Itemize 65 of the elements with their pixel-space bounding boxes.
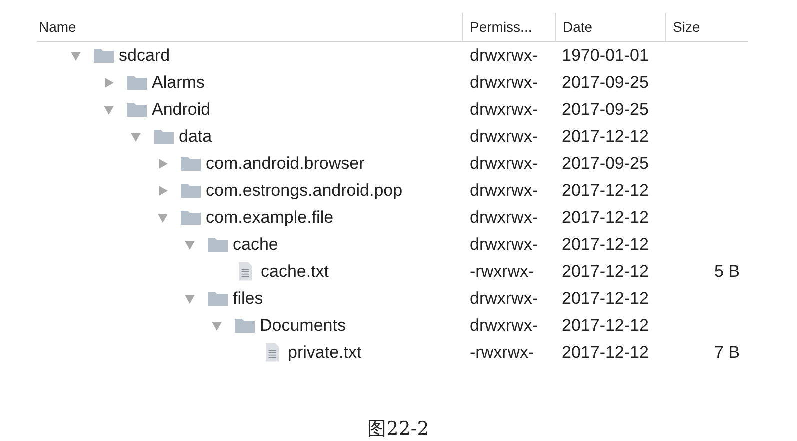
folder-icon — [127, 75, 147, 90]
permissions-text: -rwxrwx- — [470, 262, 534, 280]
file-name[interactable]: com.android.browser — [206, 154, 365, 174]
collapse-arrow-icon[interactable] — [184, 238, 196, 250]
permissions-text: drwxrwx- — [470, 234, 538, 254]
file-name[interactable]: sdcard — [119, 46, 170, 66]
folder-icon — [181, 183, 201, 198]
permissions-text: -rwxrwx- — [470, 342, 534, 362]
permissions-text: drwxrwx- — [470, 154, 538, 172]
collapse-arrow-icon[interactable] — [130, 130, 142, 142]
folder-icon — [127, 102, 147, 117]
file-name[interactable]: Android — [152, 100, 211, 120]
collapse-arrow-icon[interactable] — [157, 212, 169, 224]
expand-arrow-icon[interactable] — [103, 76, 115, 88]
permissions-text: drwxrwx- — [470, 208, 538, 226]
folder-icon — [181, 156, 201, 171]
size-text: 5 B — [714, 262, 740, 280]
file-name[interactable]: data — [179, 126, 212, 146]
date-text: 2017-12-12 — [562, 316, 649, 334]
date-text: 2017-12-12 — [562, 288, 649, 308]
date-text: 2017-12-12 — [562, 126, 649, 146]
folder-icon — [208, 291, 228, 306]
collapse-arrow-icon[interactable] — [103, 104, 115, 116]
date-text: 2017-12-12 — [562, 180, 649, 200]
date-text: 2017-09-25 — [562, 100, 649, 118]
date-text: 2017-12-12 — [562, 208, 649, 226]
folder-icon — [94, 48, 114, 63]
folder-icon — [208, 237, 228, 252]
file-name[interactable]: Alarms — [152, 72, 205, 92]
folder-icon — [181, 210, 201, 225]
file-name[interactable]: private.txt — [288, 342, 362, 362]
date-text: 2017-12-12 — [562, 234, 649, 254]
collapse-arrow-icon[interactable] — [184, 292, 196, 304]
expand-arrow-icon[interactable] — [157, 158, 169, 170]
date-text: 2017-12-12 — [562, 262, 649, 280]
collapse-arrow-icon[interactable] — [70, 50, 82, 62]
column-header[interactable]: Permiss... — [462, 13, 555, 41]
expand-arrow-icon[interactable] — [157, 184, 169, 196]
permissions-text: drwxrwx- — [470, 46, 538, 64]
file-name[interactable]: Documents — [260, 316, 346, 336]
size-text: 7 B — [714, 342, 740, 362]
file-name[interactable]: com.estrongs.android.pop — [206, 180, 403, 200]
file-name[interactable]: files — [233, 288, 264, 308]
date-text: 1970-01-01 — [562, 46, 649, 64]
date-text: 2017-09-25 — [562, 72, 649, 92]
permissions-text: drwxrwx- — [470, 316, 538, 334]
collapse-arrow-icon[interactable] — [211, 320, 223, 332]
file-name[interactable]: cache.txt — [261, 262, 330, 282]
permissions-text: drwxrwx- — [470, 180, 538, 200]
permissions-text: drwxrwx- — [470, 126, 538, 146]
document-icon — [239, 262, 252, 281]
column-header[interactable]: Name — [37, 13, 462, 41]
file-name[interactable]: com.example.file — [206, 208, 334, 228]
permissions-text: drwxrwx- — [470, 72, 538, 92]
column-header[interactable]: Size — [665, 13, 748, 41]
date-text: 2017-12-12 — [562, 342, 649, 362]
document-icon — [266, 343, 279, 362]
file-name[interactable]: cache — [233, 234, 278, 254]
permissions-text: drwxrwx- — [470, 288, 538, 308]
folder-icon — [154, 129, 174, 144]
folder-icon — [235, 318, 255, 333]
date-text: 2017-09-25 — [562, 154, 649, 172]
figure-caption: 图22-2 — [368, 417, 430, 441]
column-header[interactable]: Date — [555, 13, 665, 41]
permissions-text: drwxrwx- — [470, 100, 538, 118]
